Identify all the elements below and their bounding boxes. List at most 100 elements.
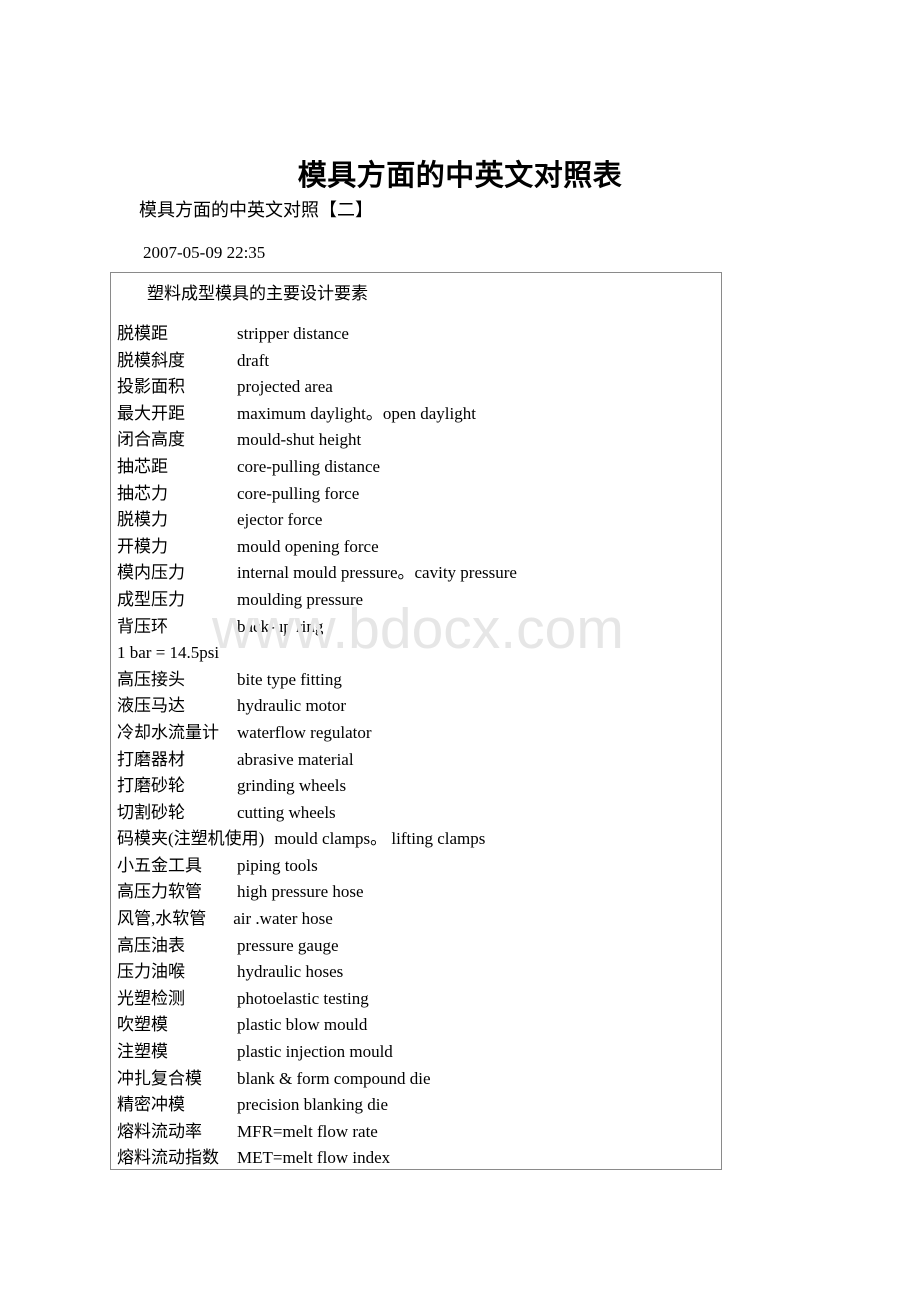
glossary-term-english: moulding pressure <box>237 589 364 609</box>
glossary-term-chinese: 1 bar = 14.5psi <box>117 643 220 663</box>
glossary-term-chinese: 液压马达 <box>117 696 185 716</box>
glossary-term-chinese: 闭合高度 <box>117 430 185 450</box>
glossary-row: 冲扎复合模 blank & form compound die <box>117 1066 721 1093</box>
glossary-row: 开模力 mould opening force <box>117 534 721 561</box>
glossary-term-english: bite type fitting <box>237 669 342 689</box>
glossary-term-chinese: 抽芯力 <box>117 483 168 503</box>
glossary-term-english: mould clamps。 lifting clamps <box>274 829 486 849</box>
glossary-term-chinese: 模内压力 <box>117 563 185 583</box>
glossary-term-english: maximum daylight。open daylight <box>237 403 476 423</box>
document-page: 模具方面的中英文对照表 模具方面的中英文对照【二】 2007-05-09 22:… <box>0 0 920 1302</box>
glossary-term-chinese: 光塑检测 <box>117 988 185 1008</box>
glossary-term-chinese: 高压油表 <box>117 935 185 955</box>
glossary-row: 脱模力 ejector force <box>117 507 721 534</box>
glossary-term-english: mould-shut height <box>237 430 362 450</box>
glossary-term-english: hydraulic hoses <box>237 962 344 982</box>
glossary-term-english: MET=melt flow index <box>237 1148 391 1168</box>
glossary-term-english: cutting wheels <box>237 802 336 822</box>
glossary-term-english: plastic injection mould <box>237 1042 393 1062</box>
glossary-row: 熔料流动率 MFR=melt flow rate <box>117 1119 721 1146</box>
glossary-term-chinese: 脱模斜度 <box>117 350 185 370</box>
glossary-term-english: internal mould pressure。cavity pressure <box>237 563 517 583</box>
glossary-term-chinese: 风管,水软管 <box>117 909 207 929</box>
glossary-row: 冷却水流量计 waterflow regulator <box>117 720 721 747</box>
glossary-term-english: waterflow regulator <box>237 722 372 742</box>
glossary-term-english: core-pulling distance <box>237 456 381 476</box>
glossary-term-english: abrasive material <box>237 749 354 769</box>
glossary-table: 塑料成型模具的主要设计要素 脱模距 stripper distance 脱模斜度 dr… <box>110 272 722 1170</box>
glossary-term-chinese: 背压环 <box>117 616 168 636</box>
glossary-row: 打磨砂轮 grinding wheels <box>117 773 721 800</box>
glossary-term-chinese: 成型压力 <box>117 589 185 609</box>
glossary-term-chinese: 注塑模 <box>117 1042 168 1062</box>
glossary-row: 模内压力 internal mould pressure。cavity press… <box>117 560 721 587</box>
glossary-row: 高压油表 pressure gauge <box>117 933 721 960</box>
glossary-row: 投影面积 projected area <box>117 374 721 401</box>
glossary-term-english: piping tools <box>237 855 318 875</box>
glossary-row: 风管,水软管 air .water hose <box>117 906 721 933</box>
glossary-term-english: hydraulic motor <box>237 696 347 716</box>
glossary-term-english: air .water hose <box>233 909 333 929</box>
glossary-heading: 塑料成型模具的主要设计要素 <box>147 284 368 303</box>
glossary-row: 吹塑模 plastic blow mould <box>117 1012 721 1039</box>
glossary-term-english: stripper distance <box>237 324 349 343</box>
glossary-term-chinese: 最大开距 <box>117 403 185 423</box>
page-title: 模具方面的中英文对照表 <box>297 160 623 193</box>
document-subtitle: 模具方面的中英文对照【二】 <box>139 200 373 220</box>
glossary-row: 切割砂轮 cutting wheels <box>117 800 721 827</box>
glossary-term-chinese: 码模夹(注塑机使用) <box>117 829 265 849</box>
glossary-row: 高压力软管 high pressure hose <box>117 879 721 906</box>
glossary-term-chinese: 冷却水流量计 <box>117 722 219 742</box>
glossary-row: 小五金工具 piping tools <box>117 853 721 880</box>
glossary-row: 熔料流动指数 MET=melt flow index <box>117 1145 721 1172</box>
glossary-term-chinese: 压力油喉 <box>117 962 185 982</box>
glossary-term-english: high pressure hose <box>237 882 364 902</box>
glossary-term-english: plastic blow mould <box>237 1015 368 1035</box>
glossary-term-english: core-pulling force <box>237 483 360 503</box>
glossary-term-chinese: 吹塑模 <box>117 1015 168 1035</box>
glossary-row: 最大开距 maximum daylight。open daylight <box>117 401 721 428</box>
document-timestamp: 2007-05-09 22:35 <box>143 243 266 262</box>
glossary-term-english: draft <box>237 350 270 370</box>
glossary-row-list: 脱模距 stripper distance 脱模斜度 draft 投影面积 project… <box>111 321 721 1172</box>
glossary-row: 打磨器材 abrasive material <box>117 747 721 774</box>
glossary-term-chinese: 小五金工具 <box>117 855 202 875</box>
glossary-term-english: mould opening force <box>237 536 379 556</box>
glossary-term-english: grinding wheels <box>237 776 347 796</box>
glossary-row: 压力油喉 hydraulic hoses <box>117 959 721 986</box>
glossary-row: 1 bar = 14.5psi <box>117 640 721 667</box>
glossary-term-chinese: 脱模力 <box>117 510 168 530</box>
glossary-term-chinese: 熔料流动指数 <box>117 1148 219 1168</box>
glossary-row: 背压环 back-up ring <box>117 614 721 641</box>
glossary-row: 高压接头 bite type fitting <box>117 667 721 694</box>
glossary-term-chinese: 脱模距 <box>117 324 168 343</box>
glossary-row: 精密冲模 precision blanking die <box>117 1092 721 1119</box>
glossary-row: 注塑模 plastic injection mould <box>117 1039 721 1066</box>
glossary-term-chinese: 抽芯距 <box>117 456 168 476</box>
glossary-term-english: precision blanking die <box>237 1095 389 1115</box>
glossary-term-english: ejector force <box>237 510 323 530</box>
glossary-term-english: MFR=melt flow rate <box>237 1121 378 1141</box>
glossary-term-english: photoelastic testing <box>237 988 369 1008</box>
glossary-term-english: pressure gauge <box>237 935 339 955</box>
glossary-term-chinese: 冲扎复合模 <box>117 1068 202 1088</box>
glossary-row: 脱模距 stripper distance <box>117 321 721 348</box>
glossary-row: 抽芯距 core-pulling distance <box>117 454 721 481</box>
glossary-term-english: projected area <box>237 377 333 397</box>
glossary-term-chinese: 打磨器材 <box>117 749 185 769</box>
glossary-term-chinese: 切割砂轮 <box>117 802 185 822</box>
glossary-term-chinese: 打磨砂轮 <box>117 776 185 796</box>
glossary-term-chinese: 熔料流动率 <box>117 1121 202 1141</box>
glossary-row: 成型压力 moulding pressure <box>117 587 721 614</box>
glossary-spacer <box>111 307 721 321</box>
glossary-row: 闭合高度 mould-shut height <box>117 427 721 454</box>
glossary-row: 光塑检测 photoelastic testing <box>117 986 721 1013</box>
glossary-row: 码模夹(注塑机使用) mould clamps。 lifting clamps <box>117 826 721 853</box>
glossary-term-chinese: 高压力软管 <box>117 882 202 902</box>
glossary-term-english: blank & form compound die <box>237 1068 431 1088</box>
glossary-row: 脱模斜度 draft <box>117 348 721 375</box>
glossary-term-chinese: 投影面积 <box>117 377 185 397</box>
glossary-term-chinese: 高压接头 <box>117 669 185 689</box>
glossary-term-english: back-up ring <box>237 616 324 636</box>
glossary-term-chinese: 精密冲模 <box>117 1095 185 1115</box>
